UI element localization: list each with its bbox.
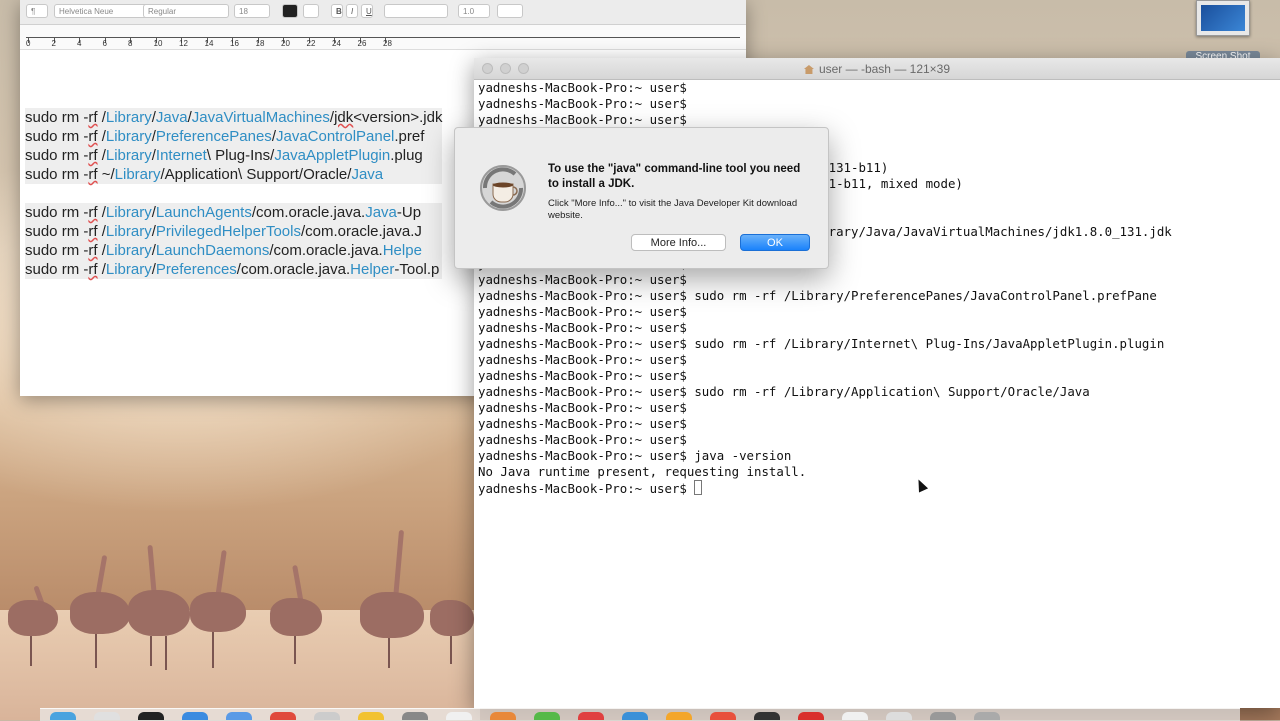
document-line[interactable]: sudo rm -rf /Library/LaunchAgents/com.or…: [25, 203, 443, 222]
ruler-number: 18: [255, 39, 265, 48]
terminal-line: No Java runtime present, requesting inst…: [478, 464, 807, 479]
terminal-line: yadneshs-MacBook-Pro:~ user$ sudo rm -rf…: [478, 384, 1090, 399]
font-size-field[interactable]: 18: [234, 4, 270, 18]
terminal-cursor: [694, 480, 703, 495]
list-style-icon[interactable]: [497, 4, 523, 18]
ruler-number: 24: [332, 39, 341, 48]
paragraph-style-popup[interactable]: ¶: [26, 4, 48, 18]
ruler-number: 2: [51, 39, 56, 48]
dock-app-icon[interactable]: [578, 712, 604, 720]
underline-button[interactable]: U: [361, 4, 373, 18]
document-line[interactable]: [25, 184, 442, 203]
ruler-number: 28: [383, 39, 392, 48]
document-line[interactable]: sudo rm -rf /Library/Java/JavaVirtualMac…: [25, 108, 443, 127]
ruler-number: 16: [230, 39, 239, 48]
dialog-message: Click "More Info..." to visit the Java D…: [548, 198, 798, 221]
dock-app-icon[interactable]: [754, 712, 780, 720]
terminal-line: yadneshs-MacBook-Pro:~ user$: [478, 400, 687, 415]
ruler-number: 20: [281, 39, 290, 48]
document-line[interactable]: sudo rm -rf /Library/PreferencePanes/Jav…: [25, 127, 443, 146]
terminal-line: yadneshs-MacBook-Pro:~ user$: [478, 432, 687, 447]
bold-button[interactable]: B: [331, 4, 343, 18]
dock-app-icon[interactable]: [930, 712, 956, 720]
terminal-titlebar[interactable]: user — -bash — 121×39: [474, 58, 1280, 80]
italic-button[interactable]: I: [346, 4, 358, 18]
install-jdk-dialog: To use the "java" command-line tool you …: [454, 127, 829, 269]
dock-app-icon[interactable]: [886, 712, 912, 720]
dock-app-icon[interactable]: [974, 712, 1000, 720]
terminal-line: yadneshs-MacBook-Pro:~ user$: [478, 304, 687, 319]
dock-app-icon[interactable]: [666, 712, 692, 720]
ruler-number: 4: [77, 39, 82, 48]
document-line[interactable]: sudo rm -rf /Library/Preferences/com.ora…: [25, 260, 443, 279]
document-line[interactable]: sudo rm -rf /Library/PrivilegedHelperToo…: [25, 222, 443, 241]
dock-app-icon[interactable]: [182, 712, 208, 720]
dock-app-icon[interactable]: [402, 712, 428, 720]
dock-app-icon[interactable]: [842, 712, 868, 720]
ruler[interactable]: 0 2 4 6 8 10 12 14 16 18 20 22 24 26 28: [20, 25, 746, 50]
terminal-line: yadneshs-MacBook-Pro:~ user$: [478, 80, 687, 95]
ruler-number: 6: [102, 39, 107, 48]
dock-app-icon[interactable]: [226, 712, 252, 720]
dock-app-icon[interactable]: [270, 712, 296, 720]
document-line[interactable]: sudo rm -rf /Library/LaunchDaemons/com.o…: [25, 241, 443, 260]
dock-app-icon[interactable]: [622, 712, 648, 720]
ruler-number: 12: [179, 39, 188, 48]
alignment-segmented-control[interactable]: [384, 4, 448, 18]
ruler-number: 22: [306, 39, 316, 48]
text-color-well[interactable]: [282, 4, 298, 18]
dock-app-icon[interactable]: [490, 712, 516, 720]
home-folder-icon: [803, 65, 814, 74]
terminal-line: yadneshs-MacBook-Pro:~ user$ java -versi…: [478, 448, 792, 463]
highlight-color-icon[interactable]: [303, 4, 319, 18]
terminal-line: yadneshs-MacBook-Pro:~ user$: [478, 368, 687, 383]
terminal-line: yadneshs-MacBook-Pro:~ user$: [478, 112, 687, 127]
terminal-line: yadneshs-MacBook-Pro:~ user$ sudo rm -rf…: [478, 336, 1165, 351]
document-text[interactable]: sudo rm -rf /Library/Java/JavaVirtualMac…: [25, 108, 443, 279]
terminal-title: user — -bash — 121×39: [818, 62, 951, 76]
screenshot-file-icon[interactable]: [1196, 0, 1250, 36]
ruler-number: 26: [357, 39, 367, 48]
dock-app-icon[interactable]: [710, 712, 736, 720]
ruler-number: 10: [153, 39, 163, 48]
terminal-line: yadneshs-MacBook-Pro:~ user$: [478, 480, 1172, 496]
dock-app-icon[interactable]: [50, 712, 76, 720]
dock-app-icon[interactable]: [314, 712, 340, 720]
format-toolbar: ¶ Helvetica Neue Regular 18 B I U 1.0: [20, 0, 746, 25]
document-line[interactable]: sudo rm -rf ~/Library/Application\ Suppo…: [25, 165, 443, 184]
dock-app-icon[interactable]: [138, 712, 164, 720]
terminal-line: yadneshs-MacBook-Pro:~ user$: [478, 320, 687, 335]
terminal-line: yadneshs-MacBook-Pro:~ user$ sudo rm -rf…: [478, 288, 1157, 303]
dock-app-icon[interactable]: [798, 712, 824, 720]
ok-button[interactable]: OK: [740, 234, 810, 251]
document-line[interactable]: sudo rm -rf /Library/Internet\ Plug-Ins/…: [25, 146, 443, 165]
dock-app-icon[interactable]: [534, 712, 560, 720]
dialog-title: To use the "java" command-line tool you …: [548, 163, 801, 190]
font-style-popup[interactable]: Regular: [143, 4, 229, 18]
dock-app-icon[interactable]: [94, 712, 120, 720]
terminal-line: yadneshs-MacBook-Pro:~ user$: [478, 416, 687, 431]
ruler-number: 14: [204, 39, 214, 48]
dock-app-icon[interactable]: [358, 712, 384, 720]
terminal-line: yadneshs-MacBook-Pro:~ user$: [478, 272, 687, 287]
dock-app-icon[interactable]: [446, 712, 472, 720]
more-info-button[interactable]: More Info...: [631, 234, 726, 251]
terminal-line: yadneshs-MacBook-Pro:~ user$: [478, 352, 687, 367]
java-coffee-cup-icon: [480, 165, 526, 211]
terminal-line: yadneshs-MacBook-Pro:~ user$: [478, 96, 687, 111]
line-spacing-popup[interactable]: 1.0: [458, 4, 490, 18]
ruler-number: 8: [128, 39, 133, 48]
ruler-number: 0: [26, 39, 31, 48]
